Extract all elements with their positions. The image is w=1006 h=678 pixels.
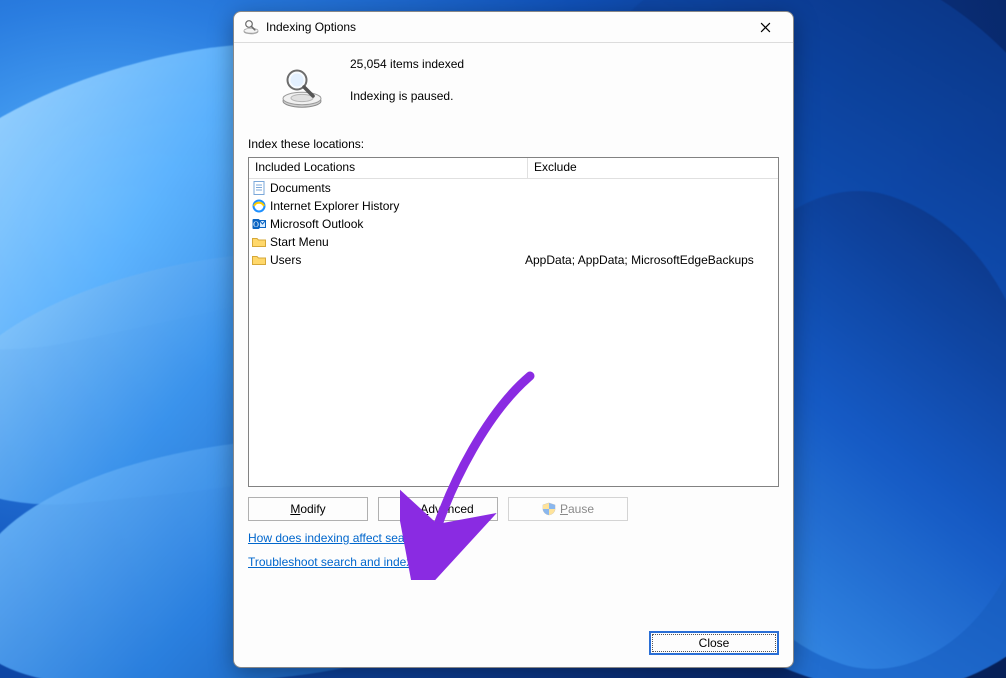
location-name: Documents <box>270 181 331 195</box>
link-how-indexing[interactable]: How does indexing affect searches? <box>248 531 441 545</box>
modify-button[interactable]: Modify <box>248 497 368 521</box>
doc-icon <box>251 180 267 196</box>
window-title: Indexing Options <box>266 20 356 34</box>
uac-shield-icon <box>402 502 416 516</box>
column-headers[interactable]: Included Locations Exclude <box>249 158 778 179</box>
table-row[interactable]: Documents <box>249 179 778 197</box>
outlook-icon: O <box>251 216 267 232</box>
folder-icon <box>251 252 267 268</box>
ie-icon <box>251 198 267 214</box>
location-name: Internet Explorer History <box>270 199 399 213</box>
column-included[interactable]: Included Locations <box>249 158 528 178</box>
svg-text:O: O <box>253 220 259 229</box>
drive-magnifier-icon <box>278 63 326 111</box>
location-name: Microsoft Outlook <box>270 217 363 231</box>
items-indexed-text: 25,054 items indexed <box>350 55 464 73</box>
magnifier-drive-icon <box>242 18 260 36</box>
indexing-options-dialog: Indexing Options 25,054 items indexed In… <box>233 11 794 668</box>
table-row[interactable]: Start Menu <box>249 233 778 251</box>
locations-listview[interactable]: Included Locations Exclude Documents Inte… <box>248 157 779 487</box>
table-row[interactable]: Users AppData; AppData; MicrosoftEdgeBack… <box>249 251 778 269</box>
column-exclude[interactable]: Exclude <box>528 158 778 178</box>
uac-shield-icon <box>542 502 556 516</box>
table-row[interactable]: Internet Explorer History <box>249 197 778 215</box>
location-name: Users <box>270 253 301 267</box>
pause-button: Pause <box>508 497 628 521</box>
folder-icon <box>251 234 267 250</box>
close-window-button[interactable] <box>745 13 785 41</box>
advanced-button[interactable]: Advanced <box>378 497 498 521</box>
link-troubleshoot[interactable]: Troubleshoot search and indexing <box>248 555 428 569</box>
table-row[interactable]: O Microsoft Outlook <box>249 215 778 233</box>
titlebar[interactable]: Indexing Options <box>234 12 793 43</box>
exclude-value: AppData; AppData; MicrosoftEdgeBackups <box>519 253 778 267</box>
close-button[interactable]: Close <box>649 631 779 655</box>
indexing-state-text: Indexing is paused. <box>350 87 464 105</box>
index-locations-label: Index these locations: <box>248 137 779 151</box>
location-name: Start Menu <box>270 235 329 249</box>
